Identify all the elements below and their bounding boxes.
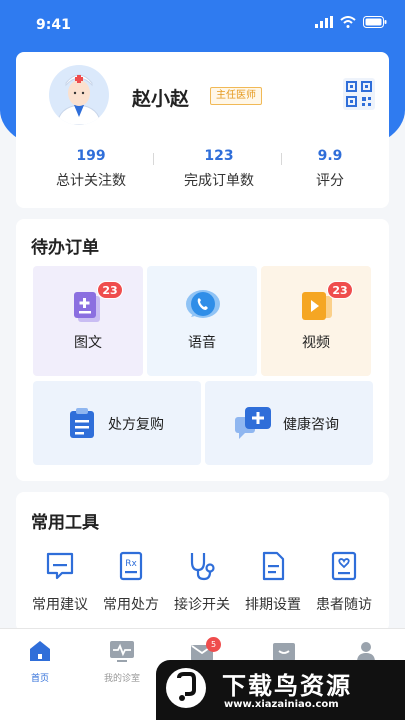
tab-badge: 5: [206, 637, 221, 652]
tile-prescription-repurchase[interactable]: 处方复购: [33, 381, 201, 465]
tile-health-consult[interactable]: 健康咨询: [205, 381, 373, 465]
watermark-title: 下载鸟资源: [222, 672, 352, 700]
tab-label: 首页: [30, 674, 49, 684]
stat-value: 123: [204, 148, 234, 164]
battery-icon: [363, 16, 387, 28]
home-icon: [30, 641, 50, 661]
stat-value: 199: [76, 148, 106, 164]
chat-plus-icon: [235, 407, 271, 439]
monitor-pulse-icon: [110, 641, 134, 662]
stethoscope-icon: [190, 553, 215, 581]
doctor-title-badge: 主任医师: [210, 87, 262, 105]
tool-common-prescription[interactable]: Rx 常用处方: [96, 550, 166, 614]
status-icons: [315, 16, 387, 28]
tool-schedule-settings[interactable]: 排期设置: [238, 550, 308, 614]
doctor-avatar-icon: [56, 74, 102, 125]
stat-rating[interactable]: 9.9 评分: [275, 148, 385, 190]
tools-card: 常用工具 常用建议 Rx 常用处方 接诊开关 排期设置 患者随访: [16, 492, 389, 632]
stat-followers[interactable]: 199 总计关注数: [36, 148, 146, 190]
watermark-banner: 下载鸟资源 www.xiazainiao.com: [156, 660, 405, 720]
signal-icon: [315, 16, 333, 28]
watermark-url: www.xiazainiao.com: [224, 699, 339, 710]
phone-chat-icon: [186, 290, 220, 318]
tile-video[interactable]: 23 视频: [261, 266, 371, 376]
tile-label: 视频: [302, 335, 330, 351]
pending-title: 待办订单: [31, 238, 99, 258]
tile-badge: 23: [327, 281, 353, 299]
status-bar: 9:41: [0, 0, 405, 48]
tool-label: 常用建议: [32, 597, 88, 613]
watermark-logo-icon: [166, 668, 206, 708]
stat-label: 完成订单数: [184, 173, 254, 189]
clipboard-icon: [70, 408, 94, 438]
tool-label: 排期设置: [245, 597, 301, 613]
heart-card-icon: [331, 551, 357, 581]
doctor-name: 赵小赵: [132, 88, 190, 110]
status-time: 9:41: [36, 17, 71, 33]
stat-completed-orders[interactable]: 123 完成订单数: [164, 148, 274, 190]
tab-home[interactable]: 首页: [10, 639, 70, 684]
tools-title: 常用工具: [31, 513, 99, 533]
tool-common-advice[interactable]: 常用建议: [25, 550, 95, 614]
profile-card: 赵小赵 主任医师 199 总计关注数 123 完成订单数 9.9 评分: [16, 52, 389, 208]
tile-label: 语音: [188, 335, 216, 351]
svg-text:Rx: Rx: [125, 559, 137, 569]
stat-value: 9.9: [317, 148, 343, 164]
stat-label: 评分: [316, 173, 344, 189]
tile-label: 处方复购: [108, 417, 164, 433]
tool-label: 患者随访: [316, 597, 372, 613]
tile-label: 图文: [74, 335, 102, 351]
tool-label: 常用处方: [103, 597, 159, 613]
message-icon: [46, 552, 74, 580]
tab-my-clinic[interactable]: 我的诊室: [92, 639, 152, 684]
wifi-icon: [340, 16, 356, 28]
stat-label: 总计关注数: [56, 173, 126, 189]
avatar[interactable]: [49, 65, 109, 125]
tile-label: 健康咨询: [283, 417, 339, 433]
tool-consult-switch[interactable]: 接诊开关: [167, 550, 237, 614]
tool-patient-followup[interactable]: 患者随访: [309, 550, 379, 614]
tile-image-text[interactable]: 23 图文: [33, 266, 143, 376]
schedule-file-icon: [262, 551, 285, 581]
pending-orders-card: 待办订单 23 图文 语音 23 视频 处方复购 健康咨询: [16, 219, 389, 481]
stat-divider: [153, 153, 154, 165]
tool-label: 接诊开关: [174, 597, 230, 613]
prescription-icon: Rx: [119, 551, 143, 581]
tile-voice[interactable]: 语音: [147, 266, 257, 376]
tile-badge: 23: [97, 281, 123, 299]
tab-label: 我的诊室: [103, 674, 140, 684]
qr-code-icon[interactable]: [343, 78, 375, 110]
